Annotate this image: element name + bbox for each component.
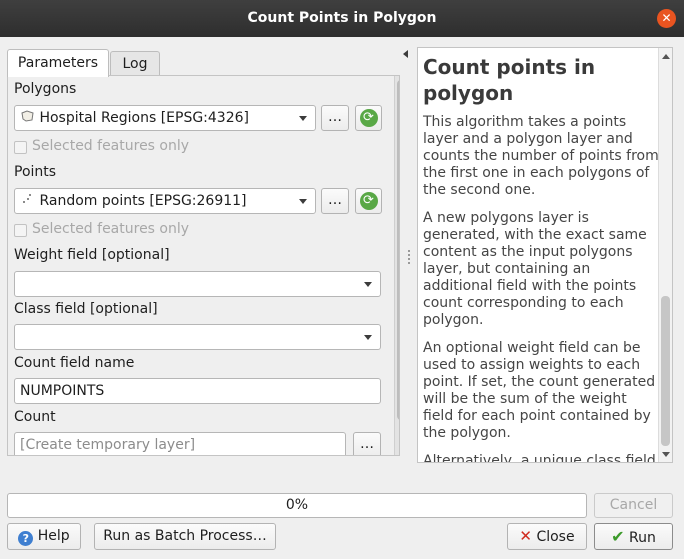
help-scrollbar-thumb[interactable] (661, 296, 670, 446)
scroll-up-arrow-icon[interactable] (662, 54, 670, 59)
points-selected-only-label: Selected features only (32, 221, 190, 237)
help-icon: ? (18, 531, 34, 546)
help-title: Count points in polygon (423, 55, 596, 105)
count-output-browse-button[interactable]: … (353, 432, 381, 455)
help-panel: Count points in polygon This algorithm t… (417, 47, 673, 463)
polygons-selected-only-checkbox[interactable] (14, 141, 27, 154)
tab-log[interactable]: Log (110, 51, 160, 76)
collapse-arrow-icon[interactable] (403, 50, 408, 58)
polygons-label: Polygons (14, 81, 77, 97)
parameters-panel: Polygons Hospital Regions [EPSG:4326] … … (7, 75, 400, 456)
chevron-down-icon (299, 199, 307, 204)
help-button-label: Help (37, 528, 70, 544)
polygons-browse-label: … (328, 109, 342, 125)
close-x-icon: ✕ (519, 527, 532, 545)
help-paragraph: Alternatively, a unique class field can … (423, 453, 656, 463)
help-content: Count points in polygon This algorithm t… (423, 54, 659, 463)
scroll-down-arrow-icon[interactable] (662, 452, 670, 457)
tab-parameters[interactable]: Parameters (7, 49, 109, 77)
check-icon: ✔ (611, 527, 625, 546)
points-browse-label: … (328, 192, 342, 208)
tab-log-label: Log (122, 56, 148, 72)
points-layer-value: Random points [EPSG:26911] (39, 193, 247, 209)
window-title: Count Points in Polygon (247, 10, 437, 26)
help-scrollbar[interactable] (658, 48, 672, 462)
cancel-button[interactable]: Cancel (594, 493, 673, 518)
polygons-layer-combo[interactable]: Hospital Regions [EPSG:4326] (14, 105, 316, 131)
polygons-browse-button[interactable]: … (321, 105, 349, 131)
class-field-combo[interactable] (14, 324, 381, 350)
chevron-down-icon (364, 335, 372, 340)
splitter-handle[interactable] (408, 250, 410, 264)
polygon-layer-icon (21, 106, 35, 130)
class-field-label: Class field [optional] (14, 301, 158, 317)
points-iterate-button[interactable]: ⟳ (355, 188, 382, 214)
refresh-icon: ⟳ (359, 192, 378, 210)
weight-field-label: Weight field [optional] (14, 247, 170, 263)
parameters-scrollbar[interactable] (394, 76, 399, 455)
progress-label: 0% (285, 497, 309, 513)
polygons-layer-value: Hospital Regions [EPSG:4326] (39, 110, 249, 126)
help-button[interactable]: ? Help (7, 523, 81, 550)
count-field-name-value: NUMPOINTS (20, 383, 105, 399)
count-field-name-input[interactable]: NUMPOINTS (14, 378, 381, 404)
help-paragraph: A new polygons layer is generated, with … (423, 210, 647, 328)
count-output-placeholder: [Create temporary layer] (20, 437, 196, 453)
batch-process-button-label: Run as Batch Process… (103, 528, 267, 544)
run-button[interactable]: ✔ Run (594, 523, 673, 550)
window-close-button[interactable]: ✕ (657, 9, 676, 28)
close-button[interactable]: ✕ Close (507, 523, 587, 550)
points-selected-only-checkbox[interactable] (14, 224, 27, 237)
count-output-browse-label: … (360, 436, 374, 452)
help-paragraph: An optional weight field can be used to … (423, 340, 656, 441)
polygons-iterate-button[interactable]: ⟳ (355, 105, 382, 131)
weight-field-combo[interactable] (14, 271, 381, 297)
count-field-name-label: Count field name (14, 355, 135, 371)
count-output-label: Count (14, 409, 56, 425)
refresh-icon: ⟳ (359, 109, 378, 127)
points-label: Points (14, 164, 57, 180)
window-titlebar: Count Points in Polygon ✕ (0, 0, 684, 37)
parameters-scrollbar-thumb[interactable] (397, 80, 399, 420)
points-layer-combo[interactable]: Random points [EPSG:26911] (14, 188, 316, 214)
count-output-input[interactable]: [Create temporary layer] (14, 432, 346, 455)
polygons-selected-only-label: Selected features only (32, 138, 190, 154)
close-icon: ✕ (661, 11, 672, 25)
close-button-label: Close (536, 529, 575, 545)
batch-process-button[interactable]: Run as Batch Process… (94, 523, 276, 550)
progress-bar: 0% (7, 493, 587, 518)
chevron-down-icon (364, 282, 372, 287)
points-browse-button[interactable]: … (321, 188, 349, 214)
run-button-label: Run (629, 530, 656, 546)
point-layer-icon (21, 189, 35, 213)
help-paragraph: This algorithm takes a points layer and … (423, 114, 659, 198)
tab-parameters-label: Parameters (17, 55, 99, 71)
chevron-down-icon (299, 116, 307, 121)
cancel-button-label: Cancel (609, 497, 658, 513)
